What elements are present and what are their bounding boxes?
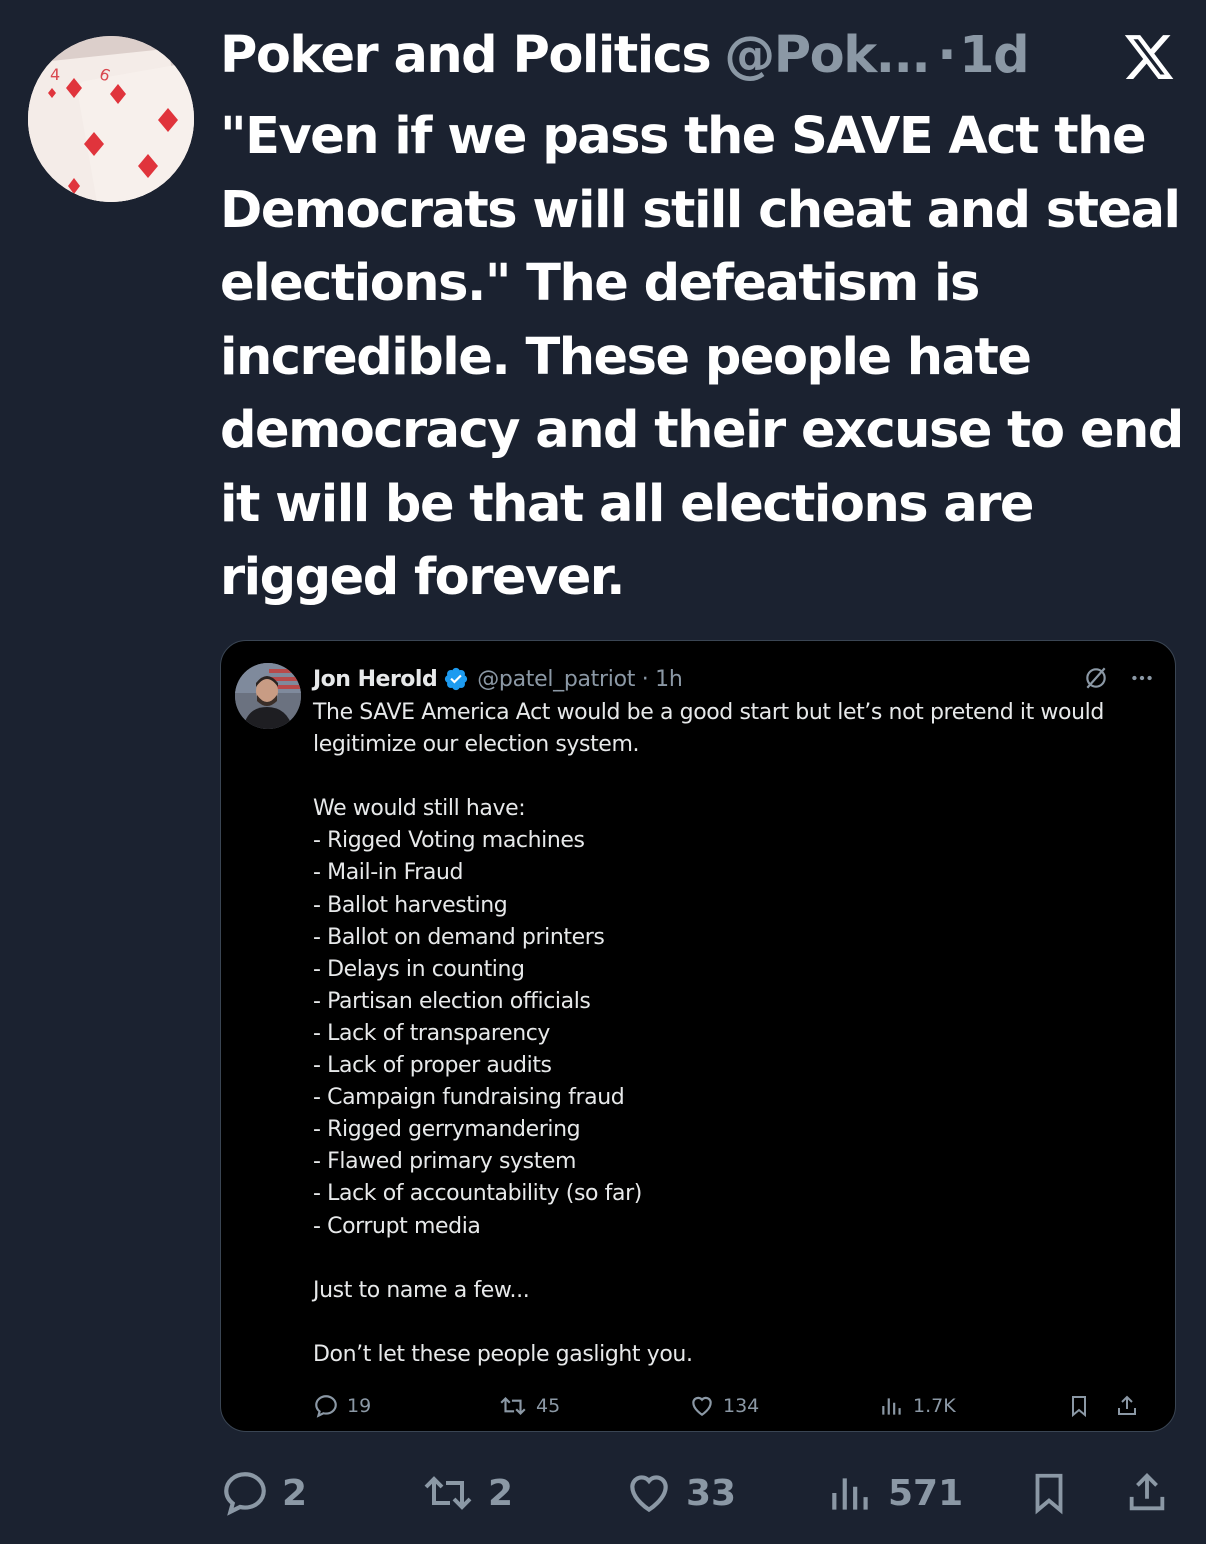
tweet-header: Poker and Politics @Pok... · 1d — [220, 26, 1030, 90]
repost-icon — [424, 1476, 472, 1510]
quoted-text-line — [313, 1243, 1163, 1275]
heart-icon — [630, 1475, 668, 1513]
tweet-text-line: incredible. These people hate — [220, 327, 1032, 387]
tweet-text-line: Democrats will still cheat and steal — [220, 180, 1181, 240]
quoted-text-line: - Lack of proper audits — [313, 1053, 552, 1079]
quoted-text-line: - Rigged gerrymandering — [313, 1117, 581, 1143]
quoted-text-line: - Rigged Voting machines — [313, 828, 585, 854]
profile-photo-image — [235, 663, 301, 729]
tweet-text-line: "Even if we pass the SAVE Act the — [220, 107, 1147, 166]
share-button[interactable] — [1124, 1468, 1170, 1518]
reply-icon — [224, 1472, 266, 1516]
repost-button[interactable]: 2 — [420, 1468, 513, 1518]
share-icon — [1118, 1395, 1136, 1415]
tweet-text-line: democracy and their excuse to end — [220, 401, 1184, 460]
tweet-timestamp[interactable]: 1d — [959, 26, 1030, 85]
quoted-like-count: 134 — [723, 1395, 760, 1417]
quoted-author-avatar[interactable] — [235, 663, 301, 729]
quoted-reply-count: 19 — [347, 1395, 372, 1417]
bookmark-icon — [1035, 1473, 1063, 1515]
quoted-text-line — [313, 761, 1163, 793]
quoted-text-line: - Campaign fundraising fraud — [313, 1085, 625, 1111]
view-count: 571 — [888, 1472, 964, 1514]
x-logo-icon[interactable] — [1122, 30, 1176, 84]
quoted-tweet[interactable]: Jon Herold @patel_patriot · 1h The SAVE … — [220, 640, 1176, 1432]
quoted-top-icons — [1083, 665, 1155, 691]
more-icon[interactable] — [1129, 665, 1155, 691]
quoted-text-line: - Lack of accountability (so far) — [313, 1181, 642, 1207]
verified-badge-icon — [445, 667, 468, 691]
author-avatar[interactable]: 4 6 — [28, 36, 194, 202]
tweet-action-bar: 2 2 33 571 — [220, 1468, 1180, 1518]
svg-text:4: 4 — [50, 65, 60, 84]
bookmark-icon — [1072, 1396, 1086, 1418]
quoted-text-line: - Flawed primary system — [313, 1149, 577, 1175]
quoted-text-line: - Mail-in Fraud — [313, 860, 464, 886]
views-button[interactable]: 571 — [826, 1468, 963, 1518]
quoted-like-button[interactable]: 134 — [689, 1393, 759, 1419]
quoted-text-line: - Ballot on demand printers — [313, 924, 605, 950]
quoted-text-line: The SAVE America Act would be a good sta… — [313, 700, 1104, 725]
author-name[interactable]: Poker and Politics — [220, 26, 712, 85]
tweet-text-line: elections." The defeatism is — [220, 254, 980, 313]
reply-button[interactable]: 2 — [220, 1468, 307, 1518]
share-icon — [1129, 1473, 1165, 1511]
tweet-text-line: rigged forever. — [220, 548, 626, 607]
repost-count: 2 — [488, 1472, 514, 1514]
quoted-text-line: - Delays in counting — [313, 956, 525, 982]
separator: · — [937, 26, 956, 85]
views-chart-icon — [882, 1398, 901, 1415]
quoted-header: Jon Herold @patel_patriot · 1h — [313, 663, 683, 695]
playing-cards-image: 4 6 — [28, 36, 194, 202]
bookmark-button[interactable] — [1026, 1468, 1072, 1518]
quoted-reply-button[interactable]: 19 — [313, 1393, 371, 1419]
quoted-text-line: - Ballot harvesting — [313, 892, 508, 918]
quoted-bookmark-button[interactable] — [1067, 1393, 1091, 1419]
grok-icon[interactable] — [1083, 665, 1109, 691]
quoted-view-count: 1.7K — [913, 1395, 956, 1417]
quoted-repost-count: 45 — [536, 1395, 561, 1417]
author-handle[interactable]: @Pok... — [724, 26, 930, 85]
heart-icon — [692, 1396, 712, 1416]
quoted-text-line: We would still have: — [313, 796, 526, 822]
repost-icon — [500, 1396, 526, 1416]
quoted-text-line: Just to name a few... — [313, 1277, 530, 1303]
quoted-text-line: - Partisan election officials — [313, 988, 591, 1014]
quoted-text-line: - Lack of transparency — [313, 1020, 551, 1046]
quoted-action-bar: 19 45 134 1.7K — [313, 1393, 1141, 1423]
like-count: 33 — [686, 1472, 737, 1514]
tweet-text: "Even if we pass the SAVE Act the Democr… — [220, 100, 1190, 615]
like-button[interactable]: 33 — [624, 1468, 736, 1518]
quoted-repost-button[interactable]: 45 — [498, 1393, 560, 1419]
quoted-tweet-text: The SAVE America Act would be a good sta… — [313, 697, 1163, 1371]
quoted-text-line: Don’t let these people gaslight you. — [313, 1341, 693, 1367]
tweet-text-line: it will be that all elections are — [220, 474, 1035, 534]
views-chart-icon — [832, 1478, 868, 1510]
quoted-text-line — [313, 1307, 1163, 1339]
reply-count: 2 — [282, 1472, 308, 1514]
quoted-text-line: legitimize our election system. — [313, 732, 640, 758]
reply-icon — [315, 1395, 337, 1418]
quoted-author-handle[interactable]: @patel_patriot · 1h — [477, 667, 683, 692]
quoted-share-button[interactable] — [1115, 1393, 1139, 1419]
quoted-author-name[interactable]: Jon Herold — [313, 667, 438, 692]
quoted-views-button[interactable]: 1.7K — [879, 1393, 956, 1419]
quoted-text-line: - Corrupt media — [313, 1213, 481, 1239]
